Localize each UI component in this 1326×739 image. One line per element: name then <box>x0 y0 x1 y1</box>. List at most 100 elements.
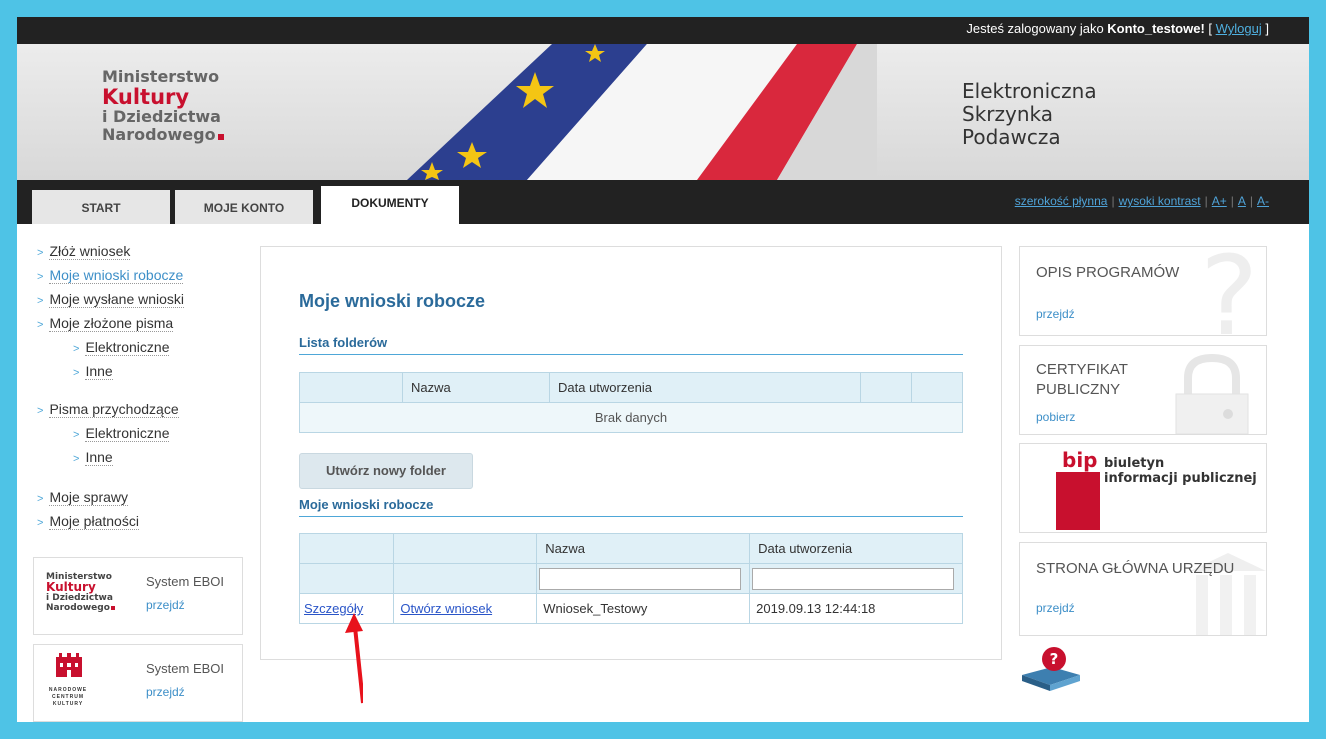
main-content: Moje wnioski robocze Lista folderów Nazw… <box>260 246 1002 660</box>
column-header <box>393 533 538 564</box>
sidebar-item-moje-platnosci[interactable]: > Moje płatności <box>37 513 139 530</box>
sidebar-item-label: Moje sprawy <box>49 489 129 506</box>
sidebar-item-moje-wnioski-robocze[interactable]: > Moje wnioski robocze <box>37 267 184 284</box>
folders-table: Nazwa Data utworzenia Brak danych <box>299 372 963 433</box>
ministry-logo-line4: Narodowego <box>102 125 216 144</box>
application-name-cell: Wniosek_Testowy <box>536 593 751 624</box>
chevron-right-icon: > <box>37 271 44 283</box>
eboi-go-link[interactable]: przejdź <box>146 685 185 699</box>
sidebar-item-label: Inne <box>85 449 113 466</box>
bip-box[interactable]: bip biuletyn informacji publicznej <box>1019 443 1267 533</box>
sidebar-item-zloz-wniosek[interactable]: > Złóż wniosek <box>37 243 131 260</box>
eboi-go-link[interactable]: przejdź <box>146 598 185 612</box>
sidebar-item-label: Moje płatności <box>49 513 139 530</box>
ministry-logo-line1: Ministerstwo <box>102 67 220 86</box>
app-title: Elektroniczna Skrzynka Podawcza <box>962 80 1097 149</box>
programs-box[interactable]: ? OPIS PROGRAMÓW przejdź <box>1019 246 1267 336</box>
column-header <box>299 372 403 403</box>
column-header <box>860 372 912 403</box>
sidebar-item-moje-zlozone-pisma[interactable]: > Moje złożone pisma <box>37 315 174 332</box>
question-mark-icon: ? <box>1200 246 1259 336</box>
tab-moje-konto[interactable]: MOJE KONTO <box>175 190 313 224</box>
header-banner: Ministerstwo Kultury i Dziedzictwa Narod… <box>17 44 1309 180</box>
sidebar-subitem-elektroniczne-incoming[interactable]: > Elektroniczne <box>73 425 170 442</box>
sidebar-item-label: Moje wnioski robocze <box>49 267 184 284</box>
svg-text:?: ? <box>1050 650 1059 668</box>
bip-logo: bip <box>1062 448 1098 472</box>
certificate-box[interactable]: CERTYFIKAT PUBLICZNY pobierz <box>1019 345 1267 435</box>
sidebar-subitem-inne[interactable]: > Inne <box>73 363 113 380</box>
column-header <box>298 533 395 564</box>
table-header-row: Nazwa Data utworzenia <box>298 533 963 564</box>
font-smaller-link[interactable]: A- <box>1257 194 1269 208</box>
logout-link[interactable]: Wyloguj <box>1216 21 1262 36</box>
high-contrast-link[interactable]: wysoki kontrast <box>1119 194 1201 208</box>
filter-cell <box>749 563 963 594</box>
chevron-right-icon: > <box>73 343 80 355</box>
drafts-table: Nazwa Data utworzenia Szczegóły Otwórz w… <box>298 533 963 624</box>
column-header-date[interactable]: Data utworzenia <box>749 533 963 564</box>
sidebar-item-label: Moje złożone pisma <box>49 315 174 332</box>
sidebar-item-moje-sprawy[interactable]: > Moje sprawy <box>37 489 129 506</box>
certificate-title-line2: PUBLICZNY <box>1036 381 1121 398</box>
bip-text-line1: biuletyn <box>1104 456 1165 471</box>
font-normal-link[interactable]: A <box>1238 194 1246 208</box>
bracket-open: [ <box>1204 21 1216 36</box>
column-header-name[interactable]: Nazwa <box>402 372 550 403</box>
bip-text: biuletyn informacji publicznej <box>1104 456 1257 486</box>
homepage-title: STRONA GŁÓWNA URZĘDU <box>1036 560 1235 577</box>
ministry-logo[interactable]: Ministerstwo Kultury i Dziedzictwa Narod… <box>102 68 224 144</box>
chevron-right-icon: > <box>37 319 44 331</box>
accessibility-links: szerokość płynna | wysoki kontrast | A+ | A | A- <box>1014 194 1269 208</box>
filter-row <box>298 563 963 594</box>
sidebar-item-pisma-przychodzace[interactable]: > Pisma przychodzące <box>37 401 179 418</box>
chevron-right-icon: > <box>37 493 44 505</box>
chevron-right-icon: > <box>37 405 44 417</box>
column-header <box>911 372 963 403</box>
homepage-box[interactable]: STRONA GŁÓWNA URZĘDU przejdź <box>1019 542 1267 636</box>
sidebar-item-label: Inne <box>85 363 113 380</box>
tab-start[interactable]: START <box>32 190 170 224</box>
column-header-date[interactable]: Data utworzenia <box>549 372 861 403</box>
open-application-link[interactable]: Otwórz wniosek <box>400 601 492 616</box>
table-header-row: Nazwa Data utworzenia <box>299 372 963 403</box>
eboi-system-name: System EBOI <box>146 661 225 676</box>
certificate-download-link[interactable]: pobierz <box>1036 410 1075 424</box>
eboi-ministry-box[interactable]: Ministerstwo Kultury i Dziedzictwa Narod… <box>33 557 243 635</box>
sidebar-item-label: Elektroniczne <box>85 425 170 442</box>
open-cell: Otwórz wniosek <box>393 593 538 624</box>
castle-icon <box>56 653 82 677</box>
sidebar-item-label: Złóż wniosek <box>49 243 131 260</box>
date-filter-input[interactable] <box>752 567 955 590</box>
tab-dokumenty[interactable]: DOKUMENTY <box>321 186 459 224</box>
programs-link[interactable]: przejdź <box>1036 307 1075 321</box>
table-row: Szczegóły Otwórz wniosek Wniosek_Testowy… <box>298 593 963 624</box>
red-dot-icon <box>217 134 224 140</box>
fluid-width-link[interactable]: szerokość płynna <box>1015 194 1108 208</box>
sidebar-item-label: Elektroniczne <box>85 339 170 356</box>
page-title: Moje wnioski robocze <box>299 291 486 311</box>
bip-text-line2: informacji publicznej <box>1104 471 1257 486</box>
font-larger-link[interactable]: A+ <box>1212 194 1227 208</box>
nck-logo-text: NARODOWE CENTRUM KULTURY <box>48 687 88 707</box>
bip-logo-area: bip <box>1034 446 1100 530</box>
table-row: Brak danych <box>299 402 963 433</box>
help-book-icon[interactable]: ? <box>1020 645 1082 691</box>
ministry-mini-logo: Ministerstwo Kultury i Dziedzictwa Narod… <box>46 572 115 613</box>
username: Konto_testowe! <box>1107 21 1205 36</box>
filter-cell-empty <box>393 563 538 594</box>
name-filter-input[interactable] <box>539 567 742 590</box>
sidebar-subitem-elektroniczne[interactable]: > Elektroniczne <box>73 339 170 356</box>
column-header-name[interactable]: Nazwa <box>536 533 751 564</box>
filter-cell <box>536 563 751 594</box>
create-folder-button[interactable]: Utwórz nowy folder <box>299 453 473 489</box>
drafts-section-title: Moje wnioski robocze <box>299 497 434 512</box>
application-date-cell: 2019.09.13 12:44:18 <box>749 593 963 624</box>
folders-section-title: Lista folderów <box>299 335 388 350</box>
homepage-link[interactable]: przejdź <box>1036 601 1075 615</box>
sidebar-subitem-inne-incoming[interactable]: > Inne <box>73 449 113 466</box>
sidebar-item-moje-wyslane-wnioski[interactable]: > Moje wysłane wnioski <box>37 291 185 308</box>
ministry-logo-line3: i Dziedzictwa <box>102 107 221 126</box>
padlock-icon <box>1175 354 1249 434</box>
eboi-nck-box[interactable]: NARODOWE CENTRUM KULTURY System EBOI prz… <box>33 644 243 722</box>
